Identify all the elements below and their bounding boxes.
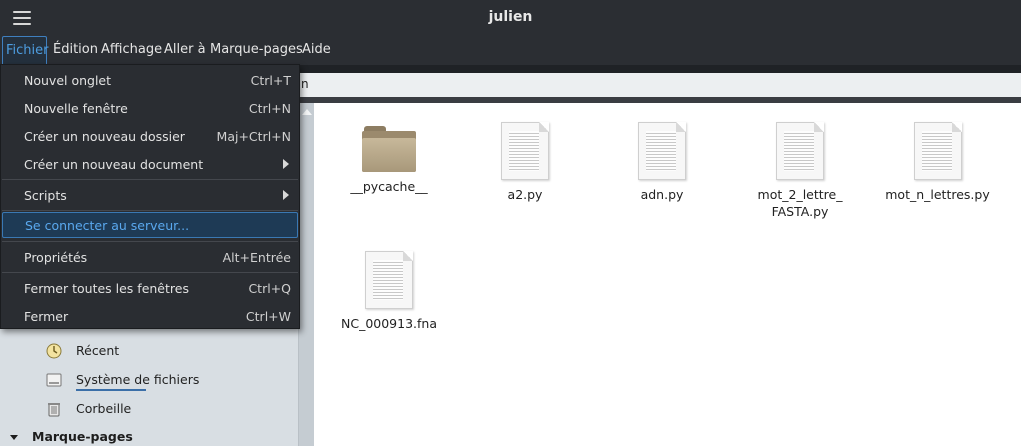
menu-separator [2, 241, 298, 242]
sidebar-item-label: Système de fichiers [76, 372, 200, 387]
location-text: n [301, 77, 309, 91]
menu-separator [2, 272, 298, 273]
sidebar-scrollbar[interactable] [298, 103, 315, 446]
folder-icon [362, 126, 416, 172]
menu-item-new-tab[interactable]: Nouvel onglet Ctrl+T [1, 67, 299, 93]
text-file-icon [638, 122, 686, 180]
file-item[interactable]: __pycache__ [340, 120, 438, 195]
menu-affichage[interactable]: Affichage [101, 36, 162, 64]
text-file-icon [365, 251, 413, 309]
file-item[interactable]: adn.py [612, 122, 712, 203]
recent-icon [46, 343, 62, 359]
menu-fichier[interactable]: Fichier [2, 36, 49, 64]
trash-icon [46, 401, 62, 417]
filesystem-icon [46, 372, 62, 388]
file-menu-dropdown: Nouvel onglet Ctrl+T Nouvelle fenêtre Ct… [0, 64, 300, 329]
text-file-icon [913, 122, 962, 180]
file-name: NC_000913.fna [340, 316, 437, 331]
file-item[interactable]: a2.py [475, 122, 575, 203]
file-name: adn.py [640, 187, 684, 202]
menu-item-new-document[interactable]: Créer un nouveau document [1, 151, 299, 177]
shortcut-label: Maj+Ctrl+N [216, 129, 291, 144]
text-file-icon [501, 122, 549, 180]
sidebar-item-label: Corbeille [76, 401, 132, 416]
title-bar: julien [0, 0, 1021, 36]
focus-underline [76, 389, 146, 391]
sidebar-item-label: Récent [76, 343, 120, 358]
location-bar[interactable]: n [296, 73, 1021, 97]
menu-item-connect-server[interactable]: Se connecter au serveur... [2, 212, 298, 238]
collapse-triangle-icon [10, 435, 18, 440]
window-title: julien [488, 9, 533, 25]
shortcut-label: Ctrl+N [248, 101, 291, 116]
menu-item-close[interactable]: Fermer Ctrl+W [1, 303, 299, 329]
file-name-line2: FASTA.py [771, 204, 829, 219]
file-name: mot_n_lettres.py [885, 187, 990, 202]
file-item[interactable]: NC_000913.fna [335, 251, 443, 332]
file-item[interactable]: mot_n_lettres.py [880, 122, 995, 203]
shortcut-label: Ctrl+Q [248, 281, 291, 296]
menu-separator [2, 210, 298, 211]
menu-bar: Fichier Édition Affichage Aller à Marque… [0, 36, 1021, 65]
menu-item-close-all[interactable]: Fermer toutes les fenêtres Ctrl+Q [1, 275, 299, 301]
scroll-up-icon[interactable] [302, 109, 312, 115]
sidebar-section-bookmarks[interactable]: Marque-pages [10, 429, 133, 444]
file-name-line1: mot_2_lettre_ [757, 187, 843, 202]
menu-aller-a[interactable]: Aller à [164, 36, 206, 64]
shortcut-label: Alt+Entrée [222, 250, 291, 265]
submenu-arrow-icon [283, 159, 289, 169]
menu-item-properties[interactable]: Propriétés Alt+Entrée [1, 244, 299, 270]
shortcut-label: Ctrl+T [250, 73, 291, 88]
menu-marque-pages[interactable]: Marque-pages [210, 36, 303, 64]
file-name: __pycache__ [350, 179, 428, 194]
file-name: a2.py [507, 187, 543, 202]
shortcut-label: Ctrl+W [245, 309, 291, 324]
menu-aide[interactable]: Aide [302, 36, 331, 64]
file-item[interactable]: mot_2_lettre_ FASTA.py [746, 122, 854, 220]
menu-edition[interactable]: Édition [53, 36, 98, 64]
menu-item-new-window[interactable]: Nouvelle fenêtre Ctrl+N [1, 95, 299, 121]
menu-separator [2, 179, 298, 180]
submenu-arrow-icon [283, 190, 289, 200]
menu-item-scripts[interactable]: Scripts [1, 182, 299, 208]
menu-item-new-folder[interactable]: Créer un nouveau dossier Maj+Ctrl+N [1, 123, 299, 149]
text-file-icon [776, 122, 824, 180]
